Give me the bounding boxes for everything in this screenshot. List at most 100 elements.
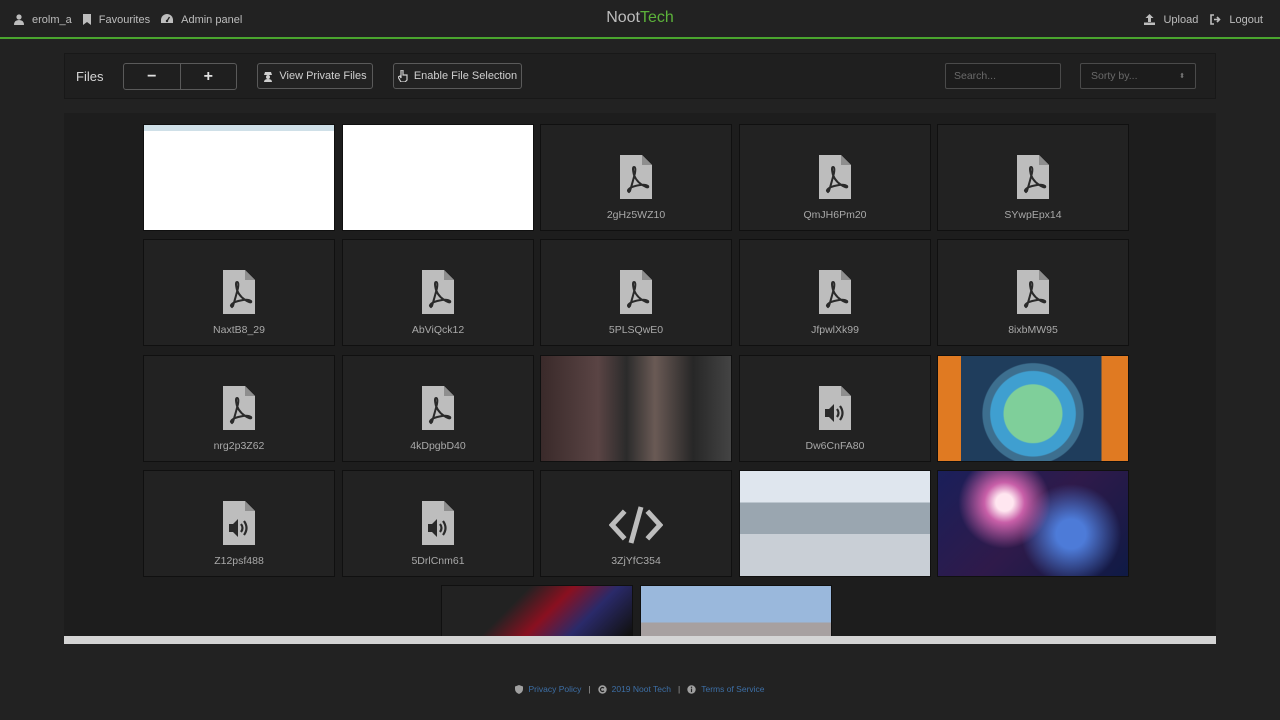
zoom-button-group: − + (123, 63, 237, 90)
file-name: 4kDpgbD40 (410, 440, 466, 452)
file-tile[interactable]: 2gHz5WZ10 (540, 124, 732, 231)
privacy-policy-link[interactable]: Privacy Policy (528, 684, 581, 694)
copyright-link[interactable]: 2019 Noot Tech (612, 684, 671, 694)
logout-icon (1210, 14, 1221, 25)
shield-icon (515, 684, 524, 694)
image-thumbnail-tile[interactable] (342, 124, 534, 231)
image-thumbnail-tile[interactable] (937, 470, 1129, 577)
image-thumbnail-tile[interactable] (143, 124, 335, 231)
file-type-icon-wrapper (223, 386, 255, 435)
file-type-icon-wrapper (819, 270, 851, 319)
file-type-icon-wrapper (422, 270, 454, 319)
file-name: nrg2p3Z62 (213, 440, 265, 452)
footer-separator: | (588, 684, 591, 694)
file-tile[interactable]: SYwpEpx14 (937, 124, 1129, 231)
view-private-files-button[interactable]: View Private Files (257, 63, 373, 89)
file-name: 8ixbMW95 (1008, 324, 1058, 336)
file-name: Z12psf488 (214, 555, 264, 567)
brand-text-accent: Tech (640, 9, 674, 26)
zoom-in-button[interactable]: + (181, 64, 237, 89)
file-tile[interactable]: JfpwlXk99 (739, 239, 931, 346)
upload-icon (1144, 14, 1156, 25)
file-pdf-icon (1017, 270, 1049, 314)
brand-text-primary: Noot (606, 9, 640, 26)
file-pdf-icon (422, 386, 454, 430)
file-type-icon-wrapper (1017, 155, 1049, 204)
page-title: Files (76, 69, 104, 84)
sort-select[interactable]: Sorty by... ⬍ (1080, 63, 1196, 89)
file-type-icon-wrapper (608, 505, 664, 550)
file-tile[interactable]: 4kDpgbD40 (342, 355, 534, 462)
image-thumbnail-tile[interactable] (937, 355, 1129, 462)
file-name: SYwpEpx14 (1004, 209, 1062, 221)
image-thumbnail-tile[interactable] (640, 585, 832, 636)
info-icon (687, 684, 696, 694)
file-type-icon-wrapper (819, 155, 851, 204)
nav-right: Upload Logout (1132, 0, 1263, 39)
file-type-icon-wrapper (620, 155, 652, 204)
sort-select-placeholder: Sorty by... (1091, 70, 1138, 82)
file-name: QmJH6Pm20 (803, 209, 867, 221)
file-tile[interactable]: nrg2p3Z62 (143, 355, 335, 462)
file-name: NaxtB8_29 (213, 324, 265, 336)
hand-pointer-icon (397, 70, 408, 82)
file-tile[interactable]: NaxtB8_29 (143, 239, 335, 346)
terms-of-service-link[interactable]: Terms of Service (701, 684, 764, 694)
file-gallery: 2gHz5WZ10 QmJH6Pm20 SYwpEpx14 NaxtB8_29 AbVi… (64, 113, 1216, 636)
file-name: 3ZjYfC354 (611, 555, 661, 567)
file-type-icon-wrapper (223, 270, 255, 319)
file-pdf-icon (223, 386, 255, 430)
file-tile[interactable]: 5PLSQwE0 (540, 239, 732, 346)
file-type-icon-wrapper (422, 501, 454, 550)
file-type-icon-wrapper (223, 501, 255, 550)
search-input[interactable] (945, 63, 1061, 89)
file-tile[interactable]: 3ZjYfC354 (540, 470, 732, 577)
zoom-out-button[interactable]: − (124, 64, 181, 89)
user-secret-icon (264, 71, 273, 82)
file-pdf-icon (223, 270, 255, 314)
file-audio-icon (819, 386, 851, 430)
file-tile[interactable]: QmJH6Pm20 (739, 124, 931, 231)
file-tile[interactable]: Dw6CnFA80 (739, 355, 931, 462)
select-arrows-icon: ⬍ (1179, 73, 1185, 80)
enable-file-selection-label: Enable File Selection (413, 70, 518, 82)
file-name: 2gHz5WZ10 (606, 209, 666, 221)
file-pdf-icon (819, 155, 851, 199)
file-name: 5PLSQwE0 (608, 324, 664, 336)
footer-separator: | (678, 684, 681, 694)
file-audio-icon (223, 501, 255, 545)
file-type-icon-wrapper (620, 270, 652, 319)
horizontal-scrollbar[interactable] (64, 636, 1216, 644)
file-pdf-icon (620, 155, 652, 199)
logout-link[interactable]: Logout (1210, 14, 1263, 26)
file-tile[interactable]: 8ixbMW95 (937, 239, 1129, 346)
file-name: 5DrlCnm61 (411, 555, 465, 567)
file-pdf-icon (422, 270, 454, 314)
file-name: Dw6CnFA80 (805, 440, 865, 452)
image-thumbnail-tile[interactable] (739, 470, 931, 577)
file-audio-icon (422, 501, 454, 545)
file-pdf-icon (819, 270, 851, 314)
upload-link[interactable]: Upload (1144, 14, 1198, 26)
copyright-icon (597, 684, 607, 694)
top-navbar: erolm_a Favourites Admin panel NootTech … (0, 0, 1280, 39)
upload-label: Upload (1163, 13, 1199, 26)
file-pdf-icon (1017, 155, 1049, 199)
file-tile[interactable]: AbViQck12 (342, 239, 534, 346)
file-name: JfpwlXk99 (811, 324, 859, 336)
file-tile[interactable]: Z12psf488 (143, 470, 335, 577)
code-icon (608, 506, 664, 544)
view-private-files-label: View Private Files (279, 70, 367, 82)
file-type-icon-wrapper (819, 386, 851, 435)
enable-file-selection-button[interactable]: Enable File Selection (393, 63, 522, 89)
file-type-icon-wrapper (422, 386, 454, 435)
files-toolbar: Files − + View Private Files Enable File… (64, 53, 1216, 99)
image-thumbnail-tile[interactable] (441, 585, 633, 636)
file-type-icon-wrapper (1017, 270, 1049, 319)
file-tile[interactable]: 5DrlCnm61 (342, 470, 534, 577)
image-thumbnail-tile[interactable] (540, 355, 732, 462)
footer: Privacy Policy | 2019 Noot Tech | Terms … (0, 684, 1280, 694)
logout-label: Logout (1229, 13, 1263, 26)
file-name: AbViQck12 (411, 324, 465, 336)
brand-logo[interactable]: NootTech (0, 9, 1280, 27)
